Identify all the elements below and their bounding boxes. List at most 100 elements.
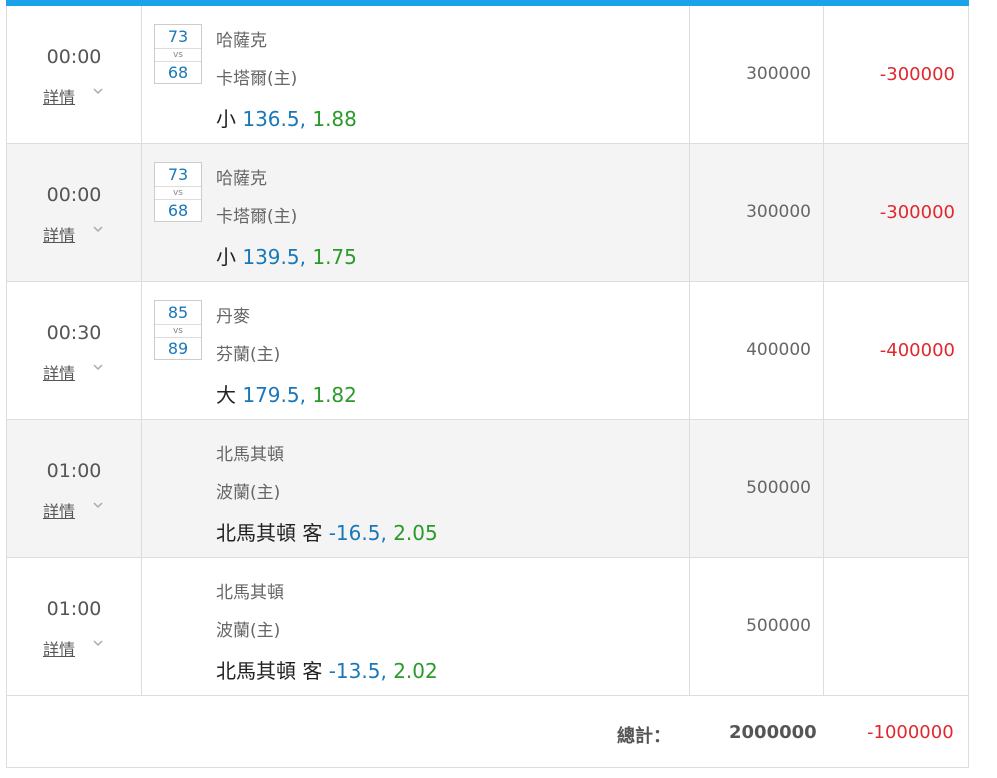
- stake-amount: 300000: [746, 202, 811, 222]
- table-row: 01:00 詳情 北馬其頓 波蘭(主) 北馬其頓 客 -13.5, 2.02 5…: [7, 558, 968, 696]
- chevron-down-icon[interactable]: [91, 360, 105, 374]
- bet-separator: ,: [299, 245, 306, 269]
- table-row: 01:00 詳情 北馬其頓 波蘭(主) 北馬其頓 客 -16.5, 2.05 5…: [7, 420, 968, 558]
- result-cell: -300000: [824, 6, 968, 143]
- vs-label: vs: [155, 186, 201, 200]
- bet-odds: 2.02: [393, 659, 438, 683]
- result-cell: -400000: [824, 282, 968, 419]
- match-cell: 73 vs 68 哈薩克 卡塔爾(主) 小 139.5, 1.75: [142, 144, 690, 281]
- chevron-down-icon[interactable]: [91, 84, 105, 98]
- bet-odds: 1.82: [312, 383, 357, 407]
- bet-line: -16.5: [328, 521, 381, 545]
- team-away: 哈薩克: [216, 31, 267, 51]
- stake-amount: 300000: [746, 64, 811, 84]
- vs-label: vs: [155, 324, 201, 338]
- total-label: 總計：: [617, 726, 671, 747]
- result-cell: [824, 558, 968, 695]
- bet-separator: ,: [380, 659, 387, 683]
- table-row: 00:00 詳情 73 vs 68 哈薩克 卡塔爾(主) 小 136.5, 1.…: [7, 6, 968, 144]
- stake-cell: 300000: [690, 6, 824, 143]
- match-time: 00:00: [46, 46, 102, 68]
- team-home: 芬蘭(主): [216, 345, 281, 365]
- match-cell: 85 vs 89 丹麥 芬蘭(主) 大 179.5, 1.82: [142, 282, 690, 419]
- result-amount: -300000: [879, 64, 955, 85]
- match-time: 01:00: [46, 598, 102, 620]
- team-away: 丹麥: [216, 307, 250, 327]
- team-away: 北馬其頓: [216, 583, 284, 603]
- score-home: 68: [167, 63, 189, 82]
- bet-selection: 大 179.5, 1.82: [216, 379, 357, 408]
- bet-odds: 1.75: [312, 245, 357, 269]
- team-home: 波蘭(主): [216, 483, 281, 503]
- details-link[interactable]: 詳情: [43, 636, 75, 660]
- bet-odds: 2.05: [393, 521, 438, 545]
- bet-separator: ,: [299, 383, 306, 407]
- bet-line: 136.5: [242, 107, 300, 131]
- time-cell: 00:00 詳情: [7, 6, 142, 143]
- bet-selection: 小 139.5, 1.75: [216, 241, 357, 270]
- bet-type: 小: [216, 107, 236, 131]
- match-cell: 北馬其頓 波蘭(主) 北馬其頓 客 -13.5, 2.02: [142, 558, 690, 695]
- bet-line: 179.5: [242, 383, 300, 407]
- chevron-down-icon[interactable]: [91, 222, 105, 236]
- team-home: 波蘭(主): [216, 621, 281, 641]
- match-cell: 北馬其頓 波蘭(主) 北馬其頓 客 -16.5, 2.05: [142, 420, 690, 557]
- score-away: 85: [167, 303, 189, 322]
- match-time: 01:00: [46, 460, 102, 482]
- team-home: 卡塔爾(主): [216, 207, 298, 227]
- stake-cell: 500000: [690, 558, 824, 695]
- bet-odds: 1.88: [312, 107, 357, 131]
- score-box: 73 vs 68: [154, 162, 202, 222]
- details-link[interactable]: 詳情: [43, 498, 75, 522]
- bet-separator: ,: [380, 521, 387, 545]
- stake-amount: 500000: [746, 478, 811, 498]
- result-amount: -400000: [879, 340, 955, 361]
- bet-line: 139.5: [242, 245, 300, 269]
- details-link[interactable]: 詳情: [43, 84, 75, 108]
- score-away: 73: [167, 27, 189, 46]
- vs-label: vs: [155, 48, 201, 62]
- score-home: 89: [167, 339, 189, 358]
- time-cell: 00:30 詳情: [7, 282, 142, 419]
- chevron-down-icon[interactable]: [91, 636, 105, 650]
- table-row: 00:00 詳情 73 vs 68 哈薩克 卡塔爾(主) 小 139.5, 1.…: [7, 144, 968, 282]
- table-row: 00:30 詳情 85 vs 89 丹麥 芬蘭(主) 大 179.5, 1.82…: [7, 282, 968, 420]
- score-home: 68: [167, 201, 189, 220]
- bet-selection: 北馬其頓 客 -13.5, 2.02: [216, 655, 438, 684]
- score-box: 73 vs 68: [154, 24, 202, 84]
- match-time: 00:00: [46, 184, 102, 206]
- result-amount: -300000: [879, 202, 955, 223]
- score-box: 85 vs 89: [154, 300, 202, 360]
- total-result: -1000000: [867, 722, 954, 743]
- chevron-down-icon[interactable]: [91, 498, 105, 512]
- bet-type: 大: [216, 383, 236, 407]
- total-row: 總計： 2000000 -1000000: [7, 696, 968, 768]
- page-scrollbar[interactable]: [973, 0, 997, 778]
- bet-type: 小: [216, 245, 236, 269]
- time-cell: 00:00 詳情: [7, 144, 142, 281]
- bet-separator: ,: [299, 107, 306, 131]
- score-away: 73: [167, 165, 189, 184]
- stake-amount: 500000: [746, 616, 811, 636]
- time-cell: 01:00 詳情: [7, 558, 142, 695]
- time-cell: 01:00 詳情: [7, 420, 142, 557]
- details-link[interactable]: 詳情: [43, 360, 75, 384]
- team-home: 卡塔爾(主): [216, 69, 298, 89]
- bet-line: -13.5: [328, 659, 381, 683]
- team-away: 哈薩克: [216, 169, 267, 189]
- match-time: 00:30: [46, 322, 102, 344]
- bet-history-table: 00:00 詳情 73 vs 68 哈薩克 卡塔爾(主) 小 136.5, 1.…: [6, 6, 969, 768]
- details-link[interactable]: 詳情: [43, 222, 75, 246]
- bet-selection: 北馬其頓 客 -16.5, 2.05: [216, 517, 438, 546]
- result-cell: [824, 420, 968, 557]
- stake-cell: 300000: [690, 144, 824, 281]
- match-cell: 73 vs 68 哈薩克 卡塔爾(主) 小 136.5, 1.88: [142, 6, 690, 143]
- bet-type: 北馬其頓 客: [216, 659, 323, 683]
- total-stake: 2000000: [729, 722, 817, 743]
- team-away: 北馬其頓: [216, 445, 284, 465]
- result-cell: -300000: [824, 144, 968, 281]
- stake-amount: 400000: [746, 340, 811, 360]
- stake-cell: 400000: [690, 282, 824, 419]
- bet-selection: 小 136.5, 1.88: [216, 103, 357, 132]
- bet-type: 北馬其頓 客: [216, 521, 323, 545]
